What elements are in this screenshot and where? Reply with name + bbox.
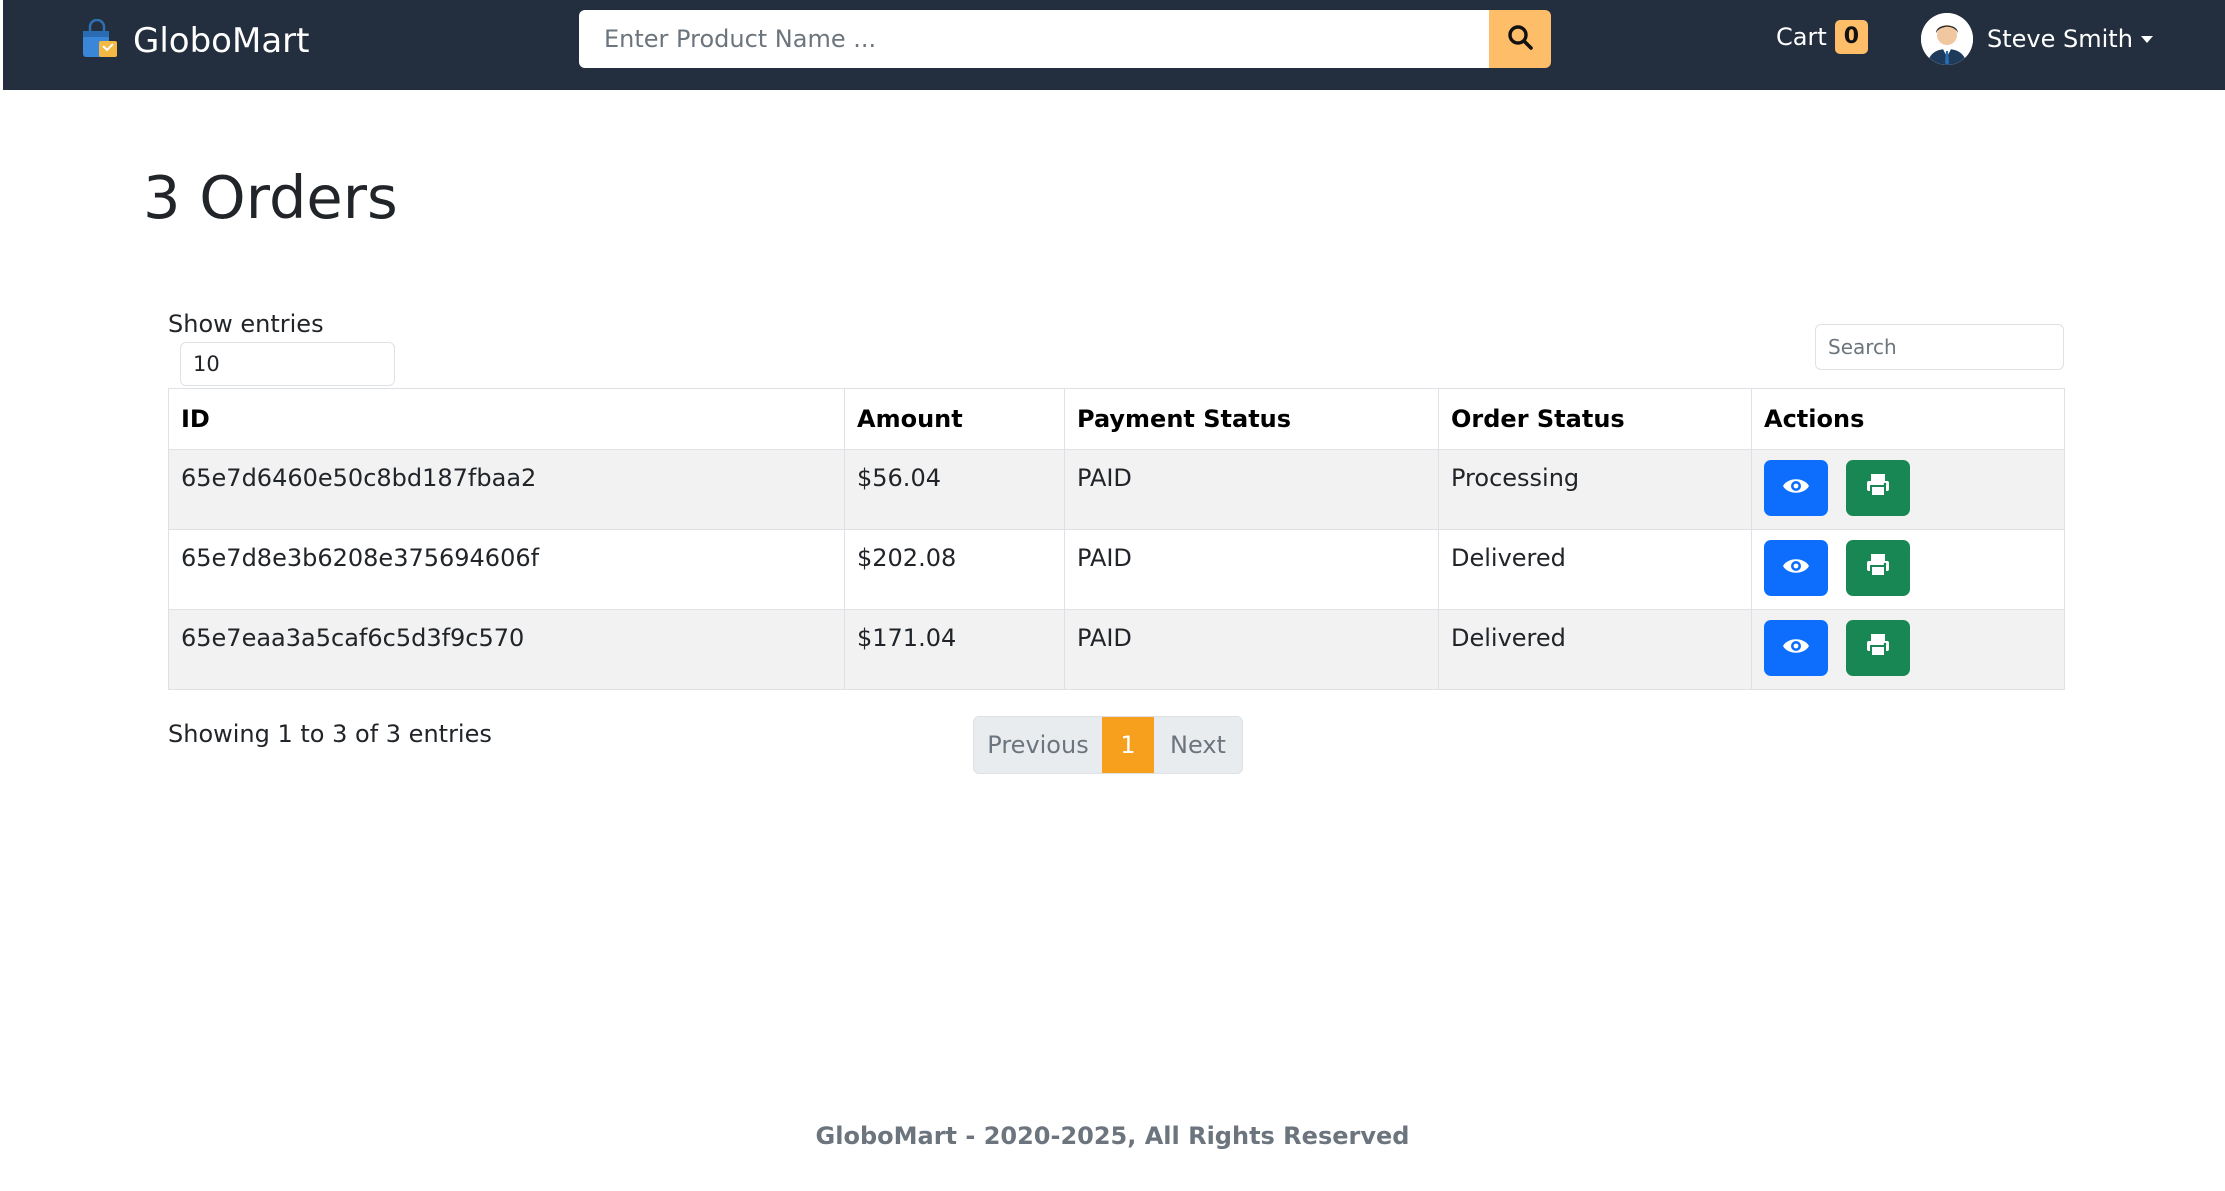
product-search xyxy=(579,10,1551,68)
eye-icon xyxy=(1782,634,1810,662)
print-icon xyxy=(1865,472,1891,504)
eye-icon xyxy=(1782,554,1810,582)
navbar: GloboMart Cart 0 Ste xyxy=(3,0,2225,90)
print-order-button[interactable] xyxy=(1845,460,1910,516)
row-actions xyxy=(1751,449,2065,530)
payment-status: PAID xyxy=(1064,449,1439,530)
table-search-input[interactable] xyxy=(1815,324,2064,370)
previous-page-button[interactable]: Previous xyxy=(974,717,1102,773)
column-header-actions: Actions xyxy=(1751,388,2065,450)
order-status: Processing xyxy=(1438,449,1752,530)
order-id: 65e7d6460e50c8bd187fbaa2 xyxy=(168,449,845,530)
brand-name: GloboMart xyxy=(133,21,310,61)
view-order-button[interactable] xyxy=(1764,620,1828,676)
page-1-button[interactable]: 1 xyxy=(1102,717,1154,773)
next-page-button[interactable]: Next xyxy=(1154,717,1242,773)
column-header-order-status[interactable]: Order Status xyxy=(1438,388,1752,450)
table-header-row: ID Amount Payment Status Order Status Ac… xyxy=(168,388,2065,450)
column-header-amount[interactable]: Amount xyxy=(844,388,1065,450)
row-actions xyxy=(1751,529,2065,610)
entries-info: Showing 1 to 3 of 3 entries xyxy=(168,720,492,748)
cart-link[interactable]: Cart 0 xyxy=(1776,19,1869,55)
orders-table: ID Amount Payment Status Order Status Ac… xyxy=(168,388,2065,690)
table-row: 65e7eaa3a5caf6c5d3f9c570 $171.04 PAID De… xyxy=(168,609,2065,690)
order-id: 65e7eaa3a5caf6c5d3f9c570 xyxy=(168,609,845,690)
order-amount: $171.04 xyxy=(844,609,1065,690)
site-footer-text: GloboMart - 2020-2025, All Rights Reserv… xyxy=(815,1122,1410,1150)
brand[interactable]: GloboMart xyxy=(81,18,309,64)
row-actions xyxy=(1751,609,2065,690)
order-amount: $202.08 xyxy=(844,529,1065,610)
cart-label: Cart xyxy=(1776,23,1827,51)
order-amount: $56.04 xyxy=(844,449,1065,530)
table-row: 65e7d6460e50c8bd187fbaa2 $56.04 PAID Pro… xyxy=(168,449,2065,530)
order-id: 65e7d8e3b6208e375694606f xyxy=(168,529,845,610)
user-name: Steve Smith xyxy=(1987,25,2133,53)
eye-icon xyxy=(1782,474,1810,502)
user-menu[interactable]: Steve Smith xyxy=(1921,11,2153,67)
cart-count-badge: 0 xyxy=(1834,20,1869,54)
shopping-bag-icon xyxy=(81,18,119,63)
avatar xyxy=(1921,13,1973,65)
show-entries-label: Show entries xyxy=(168,310,324,338)
print-icon xyxy=(1865,552,1891,584)
column-header-payment-status[interactable]: Payment Status xyxy=(1064,388,1439,450)
product-search-input[interactable] xyxy=(579,10,1489,68)
print-order-button[interactable] xyxy=(1845,620,1910,676)
view-order-button[interactable] xyxy=(1764,460,1828,516)
column-header-id[interactable]: ID xyxy=(168,388,845,450)
view-order-button[interactable] xyxy=(1764,540,1828,596)
payment-status: PAID xyxy=(1064,609,1439,690)
table-row: 65e7d8e3b6208e375694606f $202.08 PAID De… xyxy=(168,529,2065,610)
search-button[interactable] xyxy=(1489,10,1551,68)
print-icon xyxy=(1865,632,1891,664)
entries-per-page-select[interactable]: 10 xyxy=(180,342,395,386)
print-order-button[interactable] xyxy=(1845,540,1910,596)
chevron-down-icon xyxy=(2140,35,2153,43)
order-status: Delivered xyxy=(1438,609,1752,690)
search-icon xyxy=(1507,24,1533,54)
pagination: Previous 1 Next xyxy=(973,716,1243,774)
payment-status: PAID xyxy=(1064,529,1439,610)
page-title: 3 Orders xyxy=(143,163,398,232)
order-status: Delivered xyxy=(1438,529,1752,610)
